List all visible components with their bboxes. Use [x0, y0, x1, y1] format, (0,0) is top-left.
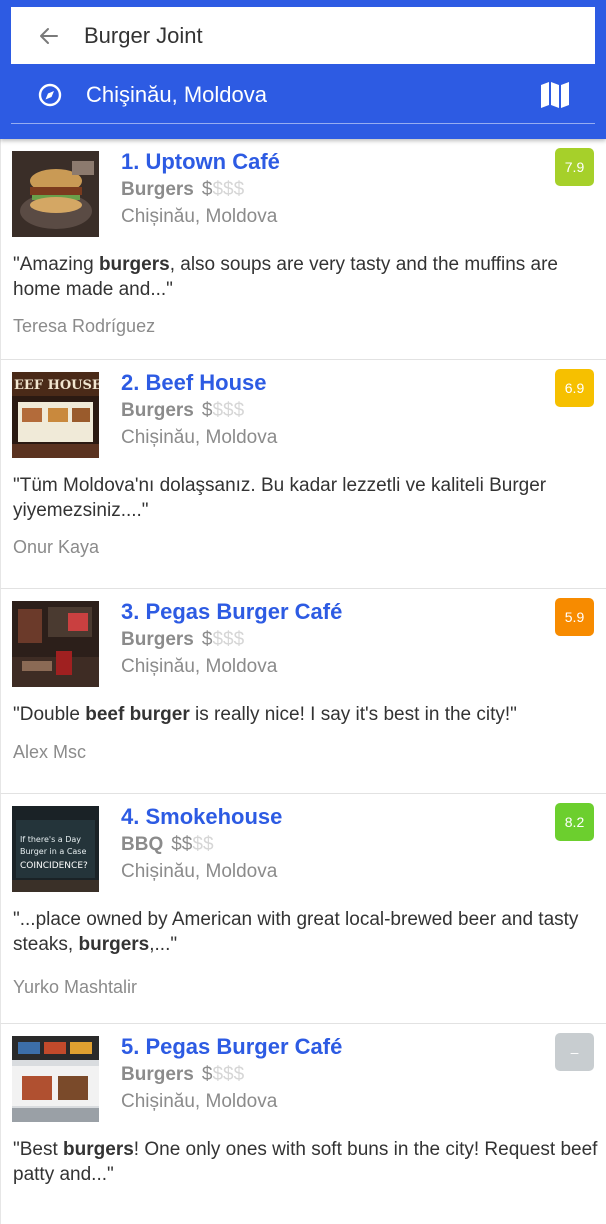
price-tier: $$$$ — [171, 834, 214, 855]
venue-city: Chișinău, Moldova — [121, 656, 278, 677]
venue-name[interactable]: 5. Pegas Burger Café — [121, 1034, 342, 1060]
venue-photo: If there's a Day Burger in a Case COINCI… — [12, 806, 99, 892]
svg-text:COINCIDENCE?: COINCIDENCE? — [20, 861, 88, 871]
price-tier: $$$$ — [201, 400, 245, 421]
search-input[interactable]: Burger Joint — [84, 23, 203, 49]
venue-category: Burgers — [121, 400, 194, 421]
tip-author: Onur Kaya — [13, 537, 100, 557]
venue-name[interactable]: 2. Beef House — [121, 370, 267, 396]
tip-author: Yurko Mashtalir — [13, 977, 138, 997]
arrow-left-icon[interactable] — [36, 23, 62, 49]
divider — [11, 123, 595, 124]
venue-list: 1. Uptown Café Burgers $$$$ Chișinău, Mol… — [0, 139, 606, 1224]
venue-name[interactable]: 4. Smokehouse — [121, 804, 282, 830]
score-badge: – — [555, 1033, 594, 1071]
svg-text:EEF HOUSE: EEF HOUSE — [14, 378, 99, 393]
venue-category: Burgers — [121, 629, 194, 650]
location-text[interactable]: Chişinău, Moldova — [86, 82, 267, 108]
venue-category-row: Burgers $$$$ — [121, 629, 244, 651]
venue-category: BBQ — [121, 834, 164, 855]
tip-author: Alex Msc — [13, 742, 87, 762]
venue-city: Chișinău, Moldova — [121, 1091, 278, 1112]
venue-card[interactable]: 5. Pegas Burger Café Burgers $$$$ Chișină… — [0, 1024, 606, 1224]
venue-photo — [12, 601, 99, 687]
venue-category: Burgers — [121, 179, 194, 200]
venue-tip: "Amazing burgers, also soups are very ta… — [13, 254, 558, 300]
location-row[interactable]: Chişinău, Moldova — [0, 66, 606, 124]
venue-tip: "Double beef burger is really nice! I sa… — [13, 704, 517, 725]
score-badge: 8.2 — [555, 803, 594, 841]
venue-card[interactable]: 1. Uptown Café Burgers $$$$ Chișinău, Mol… — [0, 139, 606, 360]
venue-photo — [12, 1036, 99, 1122]
venue-category-row: Burgers $$$$ — [121, 179, 244, 201]
venue-card[interactable]: EEF HOUSE 2. Beef House Burgers $$$$ Chiș… — [0, 360, 606, 589]
price-tier: $$$$ — [201, 629, 245, 650]
venue-card[interactable]: 3. Pegas Burger Café Burgers $$$$ Chișină… — [0, 589, 606, 794]
venue-photo — [12, 151, 99, 237]
svg-text:If there's a Day: If there's a Day — [20, 835, 81, 844]
score-badge: 5.9 — [555, 598, 594, 636]
venue-photo: EEF HOUSE — [12, 372, 99, 458]
header: Burger Joint Chişinău, Moldova — [0, 0, 606, 139]
svg-text:Burger in a Case: Burger in a Case — [20, 847, 86, 856]
venue-category-row: Burgers $$$$ — [121, 1064, 244, 1086]
venue-city: Chișinău, Moldova — [121, 206, 278, 227]
price-tier: $$$$ — [201, 179, 245, 200]
venue-tip: "Best burgers! One only ones with soft b… — [13, 1139, 598, 1185]
score-badge: 6.9 — [555, 369, 594, 407]
venue-name[interactable]: 3. Pegas Burger Café — [121, 599, 342, 625]
venue-category-row: BBQ $$$$ — [121, 834, 214, 856]
venue-tip: "Tüm Moldova'nı dolaşsanız. Bu kadar lez… — [13, 475, 547, 521]
venue-name[interactable]: 1. Uptown Café — [121, 149, 280, 175]
venue-city: Chișinău, Moldova — [121, 861, 278, 882]
venue-category-row: Burgers $$$$ — [121, 400, 244, 422]
venue-tip: "...place owned by American with great l… — [13, 909, 579, 955]
venue-category: Burgers — [121, 1064, 194, 1085]
search-bar[interactable]: Burger Joint — [11, 7, 595, 64]
venue-card[interactable]: If there's a Day Burger in a Case COINCI… — [0, 794, 606, 1024]
map-icon[interactable] — [540, 81, 570, 109]
price-tier: $$$$ — [201, 1064, 245, 1085]
score-badge: 7.9 — [555, 148, 594, 186]
tip-author: Teresa Rodríguez — [13, 316, 156, 336]
venue-city: Chișinău, Moldova — [121, 427, 278, 448]
compass-icon — [37, 82, 63, 108]
